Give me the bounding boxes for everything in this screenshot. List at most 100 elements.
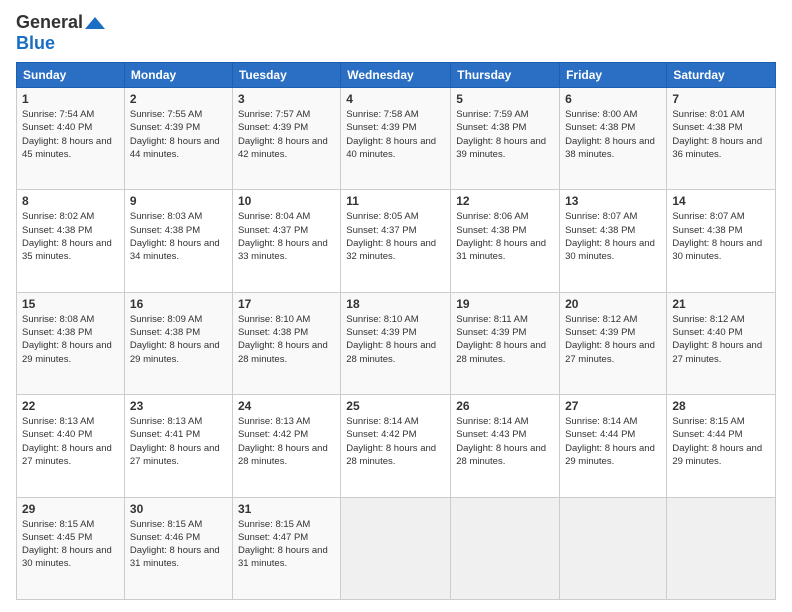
day-of-week-friday: Friday: [560, 63, 667, 88]
week-row-4: 22 Sunrise: 8:13 AMSunset: 4:40 PMDaylig…: [17, 395, 776, 497]
calendar-cell: 7 Sunrise: 8:01 AMSunset: 4:38 PMDayligh…: [667, 88, 776, 190]
week-row-5: 29 Sunrise: 8:15 AMSunset: 4:45 PMDaylig…: [17, 497, 776, 599]
day-of-week-monday: Monday: [124, 63, 232, 88]
day-info: Sunrise: 8:03 AMSunset: 4:38 PMDaylight:…: [130, 211, 220, 262]
day-number: 8: [22, 194, 119, 208]
day-number: 23: [130, 399, 227, 413]
calendar-cell: [560, 497, 667, 599]
day-info: Sunrise: 8:15 AMSunset: 4:44 PMDaylight:…: [672, 416, 762, 467]
day-number: 26: [456, 399, 554, 413]
day-of-week-thursday: Thursday: [451, 63, 560, 88]
day-number: 12: [456, 194, 554, 208]
day-number: 6: [565, 92, 661, 106]
day-info: Sunrise: 8:05 AMSunset: 4:37 PMDaylight:…: [346, 211, 436, 262]
day-number: 13: [565, 194, 661, 208]
day-info: Sunrise: 8:09 AMSunset: 4:38 PMDaylight:…: [130, 314, 220, 365]
calendar-cell: [667, 497, 776, 599]
day-number: 29: [22, 502, 119, 516]
calendar-cell: 21 Sunrise: 8:12 AMSunset: 4:40 PMDaylig…: [667, 292, 776, 394]
day-number: 3: [238, 92, 335, 106]
calendar-cell: 15 Sunrise: 8:08 AMSunset: 4:38 PMDaylig…: [17, 292, 125, 394]
week-row-1: 1 Sunrise: 7:54 AMSunset: 4:40 PMDayligh…: [17, 88, 776, 190]
day-info: Sunrise: 8:11 AMSunset: 4:39 PMDaylight:…: [456, 314, 546, 365]
day-info: Sunrise: 8:01 AMSunset: 4:38 PMDaylight:…: [672, 109, 762, 160]
day-info: Sunrise: 7:57 AMSunset: 4:39 PMDaylight:…: [238, 109, 328, 160]
header: General Blue: [16, 12, 776, 54]
calendar-cell: 4 Sunrise: 7:58 AMSunset: 4:39 PMDayligh…: [341, 88, 451, 190]
week-row-3: 15 Sunrise: 8:08 AMSunset: 4:38 PMDaylig…: [17, 292, 776, 394]
calendar-cell: 13 Sunrise: 8:07 AMSunset: 4:38 PMDaylig…: [560, 190, 667, 292]
calendar-cell: 26 Sunrise: 8:14 AMSunset: 4:43 PMDaylig…: [451, 395, 560, 497]
day-number: 17: [238, 297, 335, 311]
day-number: 28: [672, 399, 770, 413]
calendar-cell: 11 Sunrise: 8:05 AMSunset: 4:37 PMDaylig…: [341, 190, 451, 292]
logo-general: General: [16, 12, 83, 33]
day-number: 9: [130, 194, 227, 208]
calendar-body: 1 Sunrise: 7:54 AMSunset: 4:40 PMDayligh…: [17, 88, 776, 600]
day-of-week-tuesday: Tuesday: [232, 63, 340, 88]
day-number: 14: [672, 194, 770, 208]
day-number: 4: [346, 92, 445, 106]
day-number: 20: [565, 297, 661, 311]
calendar: SundayMondayTuesdayWednesdayThursdayFrid…: [16, 62, 776, 600]
calendar-cell: 12 Sunrise: 8:06 AMSunset: 4:38 PMDaylig…: [451, 190, 560, 292]
day-info: Sunrise: 8:07 AMSunset: 4:38 PMDaylight:…: [672, 211, 762, 262]
day-number: 31: [238, 502, 335, 516]
day-number: 7: [672, 92, 770, 106]
calendar-cell: 3 Sunrise: 7:57 AMSunset: 4:39 PMDayligh…: [232, 88, 340, 190]
day-info: Sunrise: 8:04 AMSunset: 4:37 PMDaylight:…: [238, 211, 328, 262]
logo: General Blue: [16, 12, 105, 54]
calendar-cell: 10 Sunrise: 8:04 AMSunset: 4:37 PMDaylig…: [232, 190, 340, 292]
day-number: 16: [130, 297, 227, 311]
day-info: Sunrise: 8:10 AMSunset: 4:38 PMDaylight:…: [238, 314, 328, 365]
calendar-cell: 8 Sunrise: 8:02 AMSunset: 4:38 PMDayligh…: [17, 190, 125, 292]
day-info: Sunrise: 8:12 AMSunset: 4:40 PMDaylight:…: [672, 314, 762, 365]
day-number: 19: [456, 297, 554, 311]
calendar-cell: 22 Sunrise: 8:13 AMSunset: 4:40 PMDaylig…: [17, 395, 125, 497]
calendar-cell: 29 Sunrise: 8:15 AMSunset: 4:45 PMDaylig…: [17, 497, 125, 599]
calendar-cell: 27 Sunrise: 8:14 AMSunset: 4:44 PMDaylig…: [560, 395, 667, 497]
day-number: 11: [346, 194, 445, 208]
calendar-cell: 28 Sunrise: 8:15 AMSunset: 4:44 PMDaylig…: [667, 395, 776, 497]
day-number: 2: [130, 92, 227, 106]
calendar-cell: 25 Sunrise: 8:14 AMSunset: 4:42 PMDaylig…: [341, 395, 451, 497]
calendar-cell: 5 Sunrise: 7:59 AMSunset: 4:38 PMDayligh…: [451, 88, 560, 190]
day-number: 30: [130, 502, 227, 516]
calendar-cell: 31 Sunrise: 8:15 AMSunset: 4:47 PMDaylig…: [232, 497, 340, 599]
calendar-cell: 14 Sunrise: 8:07 AMSunset: 4:38 PMDaylig…: [667, 190, 776, 292]
day-info: Sunrise: 8:15 AMSunset: 4:47 PMDaylight:…: [238, 519, 328, 570]
calendar-cell: 6 Sunrise: 8:00 AMSunset: 4:38 PMDayligh…: [560, 88, 667, 190]
days-of-week-row: SundayMondayTuesdayWednesdayThursdayFrid…: [17, 63, 776, 88]
day-info: Sunrise: 8:10 AMSunset: 4:39 PMDaylight:…: [346, 314, 436, 365]
day-info: Sunrise: 8:15 AMSunset: 4:46 PMDaylight:…: [130, 519, 220, 570]
day-number: 21: [672, 297, 770, 311]
logo-icon: [85, 15, 105, 31]
day-info: Sunrise: 7:59 AMSunset: 4:38 PMDaylight:…: [456, 109, 546, 160]
day-info: Sunrise: 8:13 AMSunset: 4:42 PMDaylight:…: [238, 416, 328, 467]
day-number: 5: [456, 92, 554, 106]
day-number: 24: [238, 399, 335, 413]
day-of-week-wednesday: Wednesday: [341, 63, 451, 88]
day-number: 1: [22, 92, 119, 106]
week-row-2: 8 Sunrise: 8:02 AMSunset: 4:38 PMDayligh…: [17, 190, 776, 292]
day-info: Sunrise: 8:15 AMSunset: 4:45 PMDaylight:…: [22, 519, 112, 570]
calendar-cell: 1 Sunrise: 7:54 AMSunset: 4:40 PMDayligh…: [17, 88, 125, 190]
day-info: Sunrise: 8:12 AMSunset: 4:39 PMDaylight:…: [565, 314, 655, 365]
calendar-cell: 17 Sunrise: 8:10 AMSunset: 4:38 PMDaylig…: [232, 292, 340, 394]
day-info: Sunrise: 8:13 AMSunset: 4:41 PMDaylight:…: [130, 416, 220, 467]
calendar-cell: 18 Sunrise: 8:10 AMSunset: 4:39 PMDaylig…: [341, 292, 451, 394]
day-info: Sunrise: 8:14 AMSunset: 4:42 PMDaylight:…: [346, 416, 436, 467]
page: General Blue SundayMondayTuesdayWednesda…: [0, 0, 792, 612]
calendar-cell: 9 Sunrise: 8:03 AMSunset: 4:38 PMDayligh…: [124, 190, 232, 292]
day-number: 10: [238, 194, 335, 208]
calendar-cell: 20 Sunrise: 8:12 AMSunset: 4:39 PMDaylig…: [560, 292, 667, 394]
day-info: Sunrise: 8:08 AMSunset: 4:38 PMDaylight:…: [22, 314, 112, 365]
calendar-cell: 24 Sunrise: 8:13 AMSunset: 4:42 PMDaylig…: [232, 395, 340, 497]
day-info: Sunrise: 8:00 AMSunset: 4:38 PMDaylight:…: [565, 109, 655, 160]
day-info: Sunrise: 8:14 AMSunset: 4:44 PMDaylight:…: [565, 416, 655, 467]
calendar-header: SundayMondayTuesdayWednesdayThursdayFrid…: [17, 63, 776, 88]
day-of-week-saturday: Saturday: [667, 63, 776, 88]
day-info: Sunrise: 8:13 AMSunset: 4:40 PMDaylight:…: [22, 416, 112, 467]
logo-blue-text: Blue: [16, 33, 55, 53]
day-info: Sunrise: 8:07 AMSunset: 4:38 PMDaylight:…: [565, 211, 655, 262]
